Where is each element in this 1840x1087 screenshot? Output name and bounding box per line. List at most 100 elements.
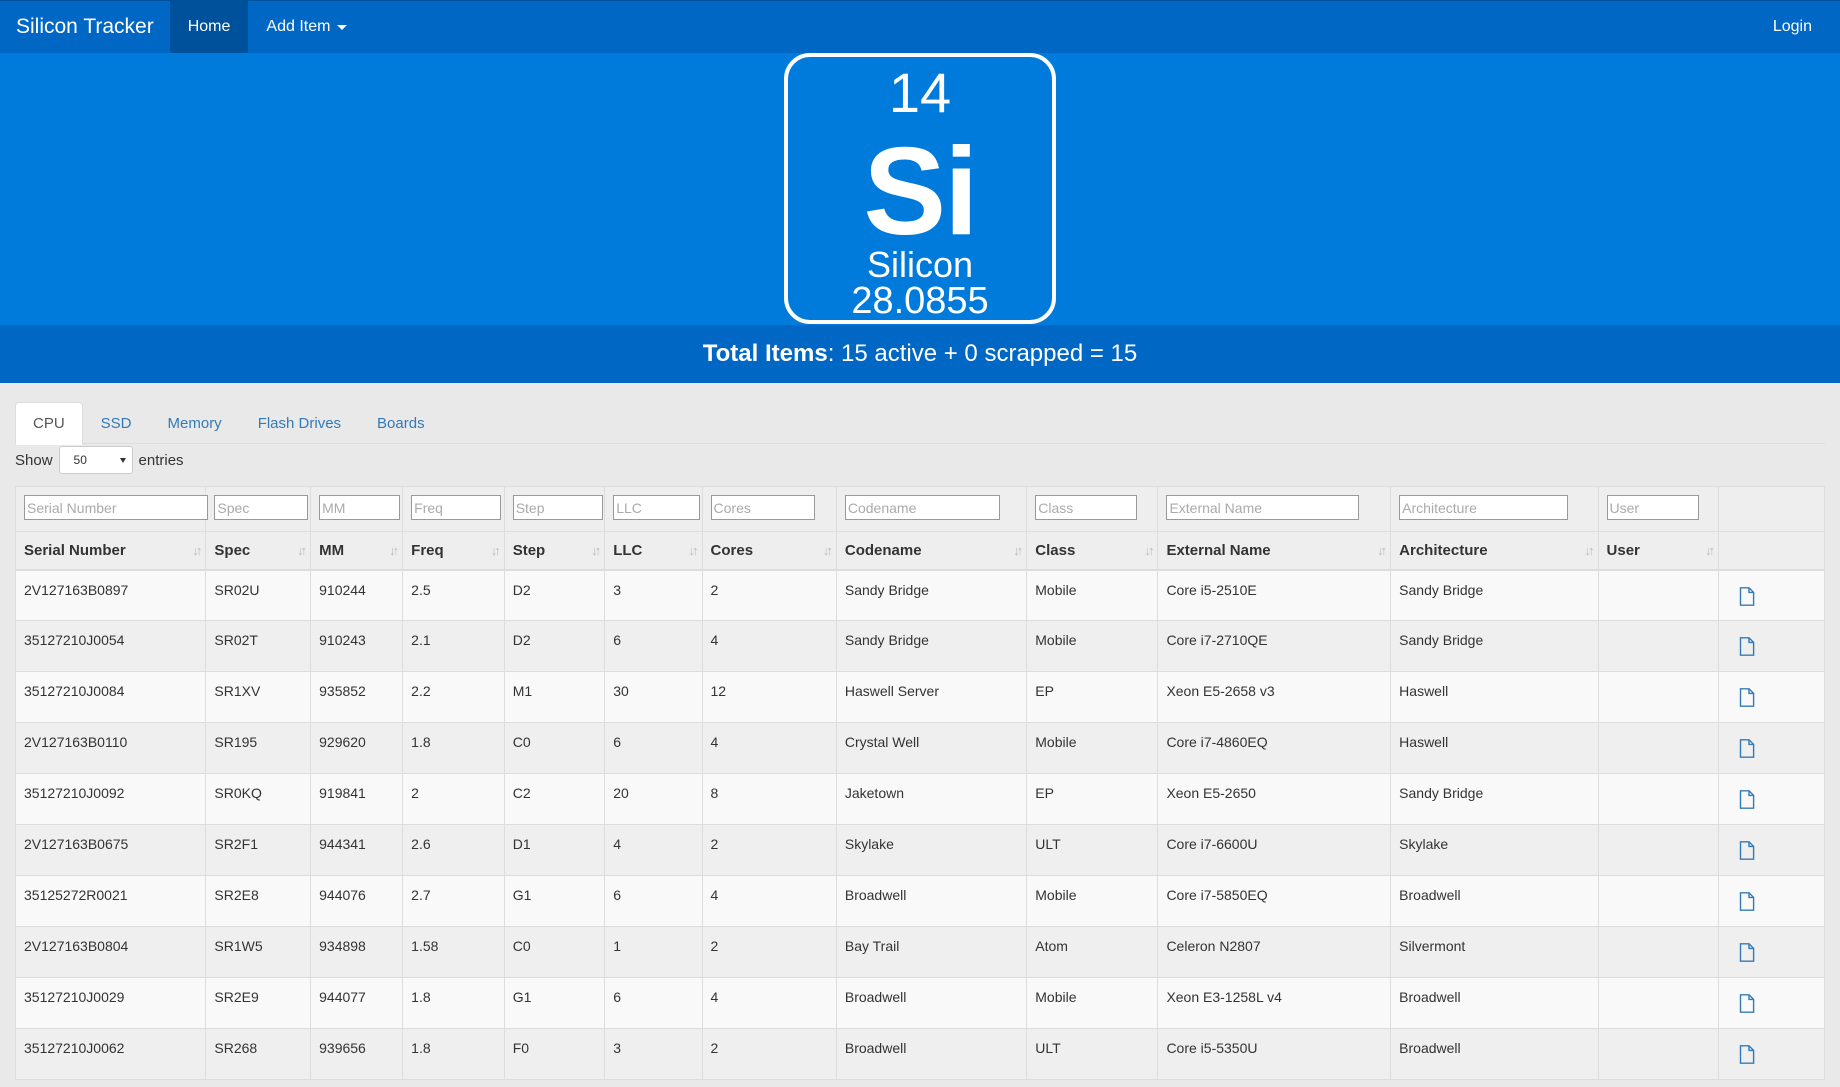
table-cell-class: Mobile [1026,722,1159,774]
table-cell-step: C0 [503,722,606,774]
table-cell-actions [1718,569,1825,621]
sort-icon: ↓↑ [1377,543,1387,558]
table-cell-actions [1718,977,1825,1029]
document-icon[interactable] [1739,790,1824,809]
col-header-codename[interactable]: Codename ↓↑ [835,531,1028,571]
table-cell-mm: 934898 [310,926,404,978]
document-icon[interactable] [1739,892,1824,911]
page-length-value: 50 [73,453,87,467]
table-cell-spec: SR2E9 [205,977,312,1029]
table-cell-llc: 3 [604,569,703,621]
page-length-control: Show 50 entries [15,446,184,474]
table-cell-class: EP [1026,671,1159,723]
col-header-architecture[interactable]: Architecture ↓↑ [1390,531,1599,571]
table-cell-llc: 4 [604,824,703,876]
table-cell-step: F0 [503,1028,606,1080]
document-icon[interactable] [1739,739,1824,758]
table-cell-serial-number: 35127210J0029 [14,977,207,1029]
table-cell-serial-number: 35125272R0021 [14,875,207,927]
table-cell-external-name: Core i7-5850EQ [1157,875,1392,927]
table-cell-mm: 939656 [310,1028,404,1080]
filter-cores-input[interactable] [710,495,815,520]
filter-llc-input[interactable] [613,495,701,520]
table-cell-freq: 2.2 [402,671,505,723]
tab-flash-drives[interactable]: Flash Drives [240,402,359,444]
col-header-actions [1718,531,1825,571]
table-cell-cores: 4 [701,875,837,927]
nav-add-item-label: Add Item [266,18,331,35]
chevron-down-icon [119,458,126,463]
table-cell-serial-number: 35127210J0092 [14,773,207,825]
table-cell-external-name: Core i5-5350U [1157,1028,1392,1080]
table-cell-freq: 2 [402,773,505,825]
table-cell-class: Mobile [1026,620,1159,672]
table-cell-mm: 910244 [310,569,404,621]
col-header-cores[interactable]: Cores ↓↑ [701,531,837,571]
filter-codename-input[interactable] [844,495,1000,520]
filter-user-input[interactable] [1606,495,1699,520]
table-cell-freq: 2.5 [402,569,505,621]
col-header-serial-number[interactable]: Serial Number ↓↑ [14,531,207,571]
nav-login[interactable]: Login [1745,1,1840,53]
table-cell-actions [1718,875,1825,927]
table-cell-mm: 929620 [310,722,404,774]
col-header-mm[interactable]: MM ↓↑ [310,531,404,571]
col-header-step[interactable]: Step ↓↑ [503,531,606,571]
document-icon[interactable] [1739,637,1824,656]
filter-step-input[interactable] [512,495,603,520]
show-label: Show [15,451,53,469]
tab-cpu[interactable]: CPU [15,402,83,445]
table-cell-user [1597,926,1720,978]
col-header-llc[interactable]: LLC ↓↑ [604,531,703,571]
element-tile-logo: 14 Si Silicon 28.0855 [784,53,1056,324]
col-header-external-name[interactable]: External Name ↓↑ [1157,531,1392,571]
nav-add-item-dropdown[interactable]: Add Item [248,1,365,53]
document-icon[interactable] [1739,943,1824,962]
tab-memory[interactable]: Memory [150,402,240,444]
table-cell-mm: 910243 [310,620,404,672]
cpu-table: Serial Number↓↑ Spec↓↑ MM↓↑ Freq↓↑ Step↓… [14,486,1825,1080]
table-cell-cores: 8 [701,773,837,825]
tab-boards[interactable]: Boards [359,402,443,444]
table-cell-freq: 1.58 [402,926,505,978]
hero-banner: 14 Si Silicon 28.0855 [0,53,1840,325]
table-cell-mm: 944076 [310,875,404,927]
table-cell-mm: 935852 [310,671,404,723]
filter-mm-input[interactable] [319,495,401,520]
nav-home[interactable]: Home [169,1,249,53]
filter-external-name-input[interactable] [1166,495,1360,520]
col-header-user[interactable]: User ↓↑ [1597,531,1720,571]
sort-icon: ↓↑ [822,543,833,558]
filter-class-input[interactable] [1035,495,1138,520]
document-icon[interactable] [1739,994,1824,1013]
table-cell-architecture: Sandy Bridge [1390,773,1599,825]
table-cell-user [1597,569,1720,621]
table-row: 2V127163B0110 SR195 929620 1.8 C0 6 4 Crystal W… [14,722,1825,774]
filter-spec-input[interactable] [214,495,309,520]
table-cell-user [1597,671,1720,723]
table-cell-llc: 1 [604,926,703,978]
document-icon[interactable] [1739,586,1824,606]
document-icon[interactable] [1739,841,1824,860]
element-mass: 28.0855 [851,280,989,322]
table-cell-spec: SR2F1 [205,824,312,876]
table-cell-cores: 2 [701,824,837,876]
filter-architecture-input[interactable] [1399,495,1569,520]
document-icon[interactable] [1739,688,1824,707]
col-header-spec[interactable]: Spec ↓↑ [205,531,312,571]
sort-icon: ↓↑ [1013,543,1023,558]
table-cell-spec: SR0KQ [205,773,312,825]
table-cell-llc: 30 [604,671,703,723]
table-cell-freq: 1.8 [402,1028,505,1080]
table-cell-spec: SR02T [205,620,312,672]
filter-serial-number-input[interactable] [24,495,208,520]
table-cell-step: D2 [503,620,606,672]
table-cell-architecture: Broadwell [1390,1028,1599,1080]
filter-freq-input[interactable] [411,495,502,520]
page-length-select[interactable]: 50 [58,446,133,474]
col-header-class[interactable]: Class ↓↑ [1026,531,1159,571]
document-icon[interactable] [1739,1045,1824,1064]
tab-ssd[interactable]: SSD [83,402,150,444]
brand-link[interactable]: Silicon Tracker [0,1,170,53]
col-header-freq[interactable]: Freq ↓↑ [402,531,505,571]
